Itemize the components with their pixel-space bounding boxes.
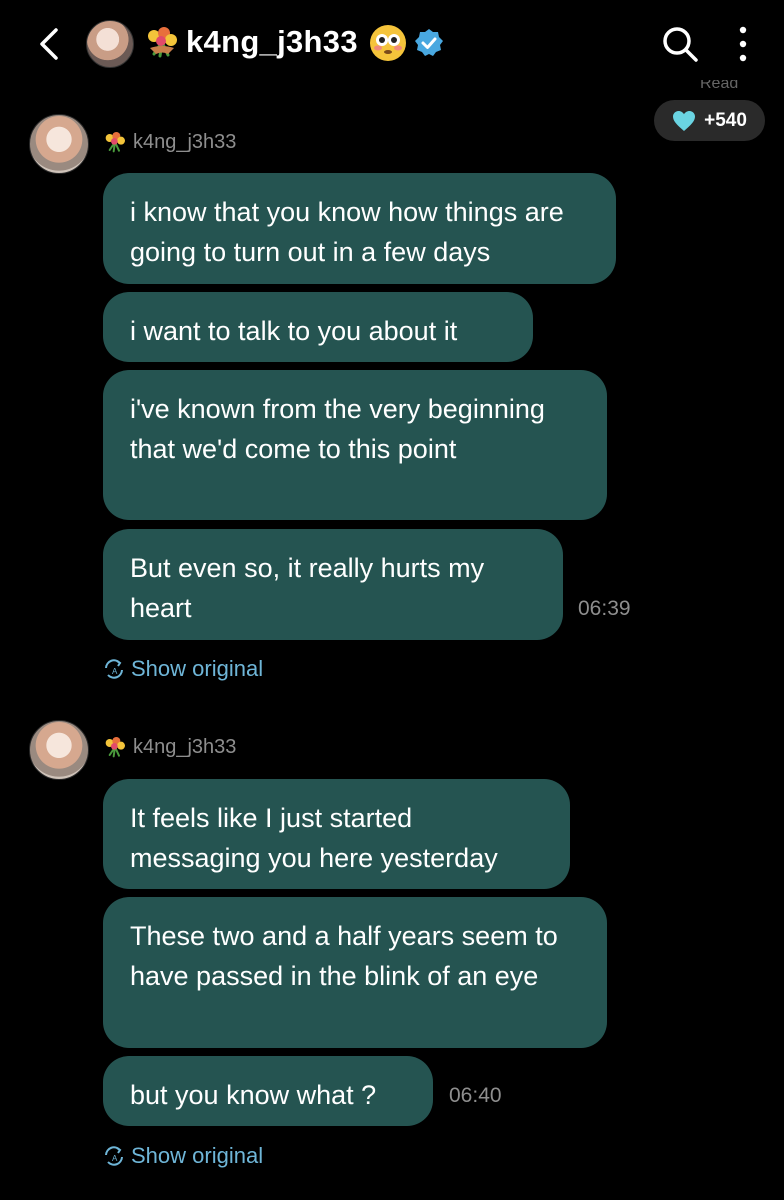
message-bubble[interactable]: but you know what ?	[103, 1056, 433, 1126]
message-timestamp: 06:39	[578, 597, 631, 620]
header-username[interactable]: k4ng_j3h33	[186, 24, 358, 60]
message-timestamp: 06:40	[449, 1084, 502, 1107]
flower-emoji-icon	[148, 27, 177, 58]
back-button[interactable]	[34, 22, 74, 66]
verified-badge-icon	[415, 29, 443, 56]
search-button[interactable]	[660, 24, 700, 64]
svg-text:A: A	[112, 1154, 118, 1163]
more-options-button[interactable]	[733, 24, 753, 64]
svg-text:A: A	[112, 667, 118, 676]
message-bubble[interactable]: But even so, it really hurts my heart	[103, 529, 563, 640]
more-vertical-icon	[739, 26, 747, 62]
message-bubble[interactable]: i've known from the very beginning that …	[103, 370, 607, 520]
translate-icon: A	[105, 1146, 123, 1166]
sender-name: k4ng_j3h33	[133, 130, 237, 153]
heart-icon	[673, 110, 696, 131]
flower-emoji-icon	[105, 132, 125, 153]
translate-icon: A	[105, 659, 123, 679]
hearts-count-pill[interactable]: +540	[654, 100, 765, 141]
show-original-link[interactable]: A Show original	[103, 1143, 263, 1169]
message-bubble[interactable]: These two and a half years seem to have …	[103, 897, 607, 1048]
sender-label: k4ng_j3h33	[103, 735, 236, 759]
flushed-emoji-icon	[370, 25, 406, 61]
chat-header: k4ng_j3h33	[0, 0, 784, 88]
show-original-link[interactable]: A Show original	[103, 656, 263, 682]
flower-emoji-icon	[105, 737, 125, 758]
sender-avatar[interactable]	[29, 114, 89, 174]
search-icon	[663, 27, 698, 62]
hearts-count: +540	[704, 109, 747, 131]
sender-name: k4ng_j3h33	[133, 735, 237, 758]
sender-label: k4ng_j3h33	[103, 130, 236, 154]
sender-avatar[interactable]	[29, 720, 89, 780]
message-bubble[interactable]: It feels like I just started messaging y…	[103, 779, 570, 889]
show-original-label: Show original	[131, 1143, 264, 1168]
message-bubble[interactable]: i know that you know how things are goin…	[103, 173, 616, 284]
header-avatar[interactable]	[86, 20, 134, 68]
message-bubble[interactable]: i want to talk to you about it	[103, 292, 533, 362]
back-chevron-icon	[40, 28, 58, 60]
read-receipt-label: Read	[700, 80, 739, 90]
show-original-label: Show original	[131, 656, 264, 681]
